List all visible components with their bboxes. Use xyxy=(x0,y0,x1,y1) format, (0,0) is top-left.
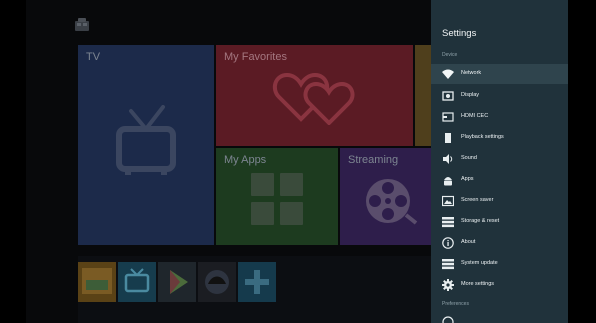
play-store-icon xyxy=(170,270,188,294)
apps-grid-icon xyxy=(251,173,303,225)
tile-tv-label: TV xyxy=(86,51,101,63)
playback-icon xyxy=(445,133,451,143)
menu-item-playback-settings[interactable]: Playback settings xyxy=(431,128,568,148)
tile-favorites-label: My Favorites xyxy=(224,51,287,63)
menu-item-screen-saver[interactable]: Screen saver xyxy=(431,191,568,211)
menu-label: Playback settings xyxy=(461,134,504,140)
hearts-icon xyxy=(272,72,355,125)
favorite-app-2[interactable] xyxy=(118,262,156,302)
menu-label: Network xyxy=(461,70,482,76)
display-icon xyxy=(442,91,454,101)
info-icon xyxy=(442,237,454,249)
menu-item-display[interactable]: Display xyxy=(431,86,568,106)
section-preferences: Preferences xyxy=(442,301,469,307)
speaker-icon xyxy=(443,154,453,164)
film-reel-icon xyxy=(366,179,418,225)
menu-item-storage-reset[interactable]: Storage & reset xyxy=(431,212,568,232)
menu-label: Storage & reset xyxy=(461,218,500,224)
menu-label: Apps xyxy=(461,176,474,182)
menu-item-partial[interactable] xyxy=(431,312,568,323)
tile-my-favorites[interactable]: My Favorites xyxy=(216,45,413,146)
settings-panel: Settings Device Network Display HDMI CEC xyxy=(431,0,568,323)
kodi-icon xyxy=(205,270,229,294)
menu-label: More settings xyxy=(461,281,495,287)
settings-title: Settings xyxy=(442,28,477,39)
section-device: Device xyxy=(442,52,458,58)
tile-streaming[interactable]: Streaming xyxy=(340,148,445,245)
launcher-logo-icon xyxy=(75,18,89,31)
menu-item-system-update[interactable]: System update xyxy=(431,254,568,274)
wifi-icon xyxy=(442,69,454,79)
menu-label: About xyxy=(461,239,476,245)
android-icon xyxy=(444,177,452,186)
tile-my-apps[interactable]: My Apps xyxy=(216,148,338,245)
menu-item-about[interactable]: About xyxy=(431,233,568,253)
gear-icon xyxy=(442,279,454,291)
system-update-icon xyxy=(442,259,454,270)
menu-item-network[interactable]: Network xyxy=(431,64,568,84)
tv-screen: TV My Favorites My Apps Streaming Settin… xyxy=(26,0,568,323)
favorite-app-1[interactable] xyxy=(78,262,116,302)
favorite-app-4[interactable] xyxy=(198,262,236,302)
menu-item-sound[interactable]: Sound xyxy=(431,149,568,169)
tile-tv[interactable]: TV xyxy=(78,45,214,245)
storage-icon xyxy=(442,217,454,228)
menu-label: Screen saver xyxy=(461,197,494,203)
menu-label: HDMI CEC xyxy=(461,113,489,119)
menu-label: System update xyxy=(461,260,498,266)
menu-item-apps[interactable]: Apps xyxy=(431,170,568,190)
menu-item-more-settings[interactable]: More settings xyxy=(431,275,568,295)
add-favorite-button[interactable] xyxy=(238,262,276,302)
plus-icon xyxy=(245,270,269,294)
hdmi-icon xyxy=(442,112,454,122)
tv-icon xyxy=(116,105,176,175)
menu-label: Sound xyxy=(461,155,477,161)
favorite-app-3[interactable] xyxy=(158,262,196,302)
tile-apps-label: My Apps xyxy=(224,154,267,166)
menu-item-hdmi-cec[interactable]: HDMI CEC xyxy=(431,107,568,127)
menu-label: Display xyxy=(461,92,480,98)
tv-app-icon xyxy=(124,268,150,293)
screensaver-icon xyxy=(442,195,454,207)
partial-item-icon xyxy=(442,316,454,323)
app-thumbnail-icon xyxy=(82,268,112,294)
tile-streaming-label: Streaming xyxy=(348,154,399,166)
